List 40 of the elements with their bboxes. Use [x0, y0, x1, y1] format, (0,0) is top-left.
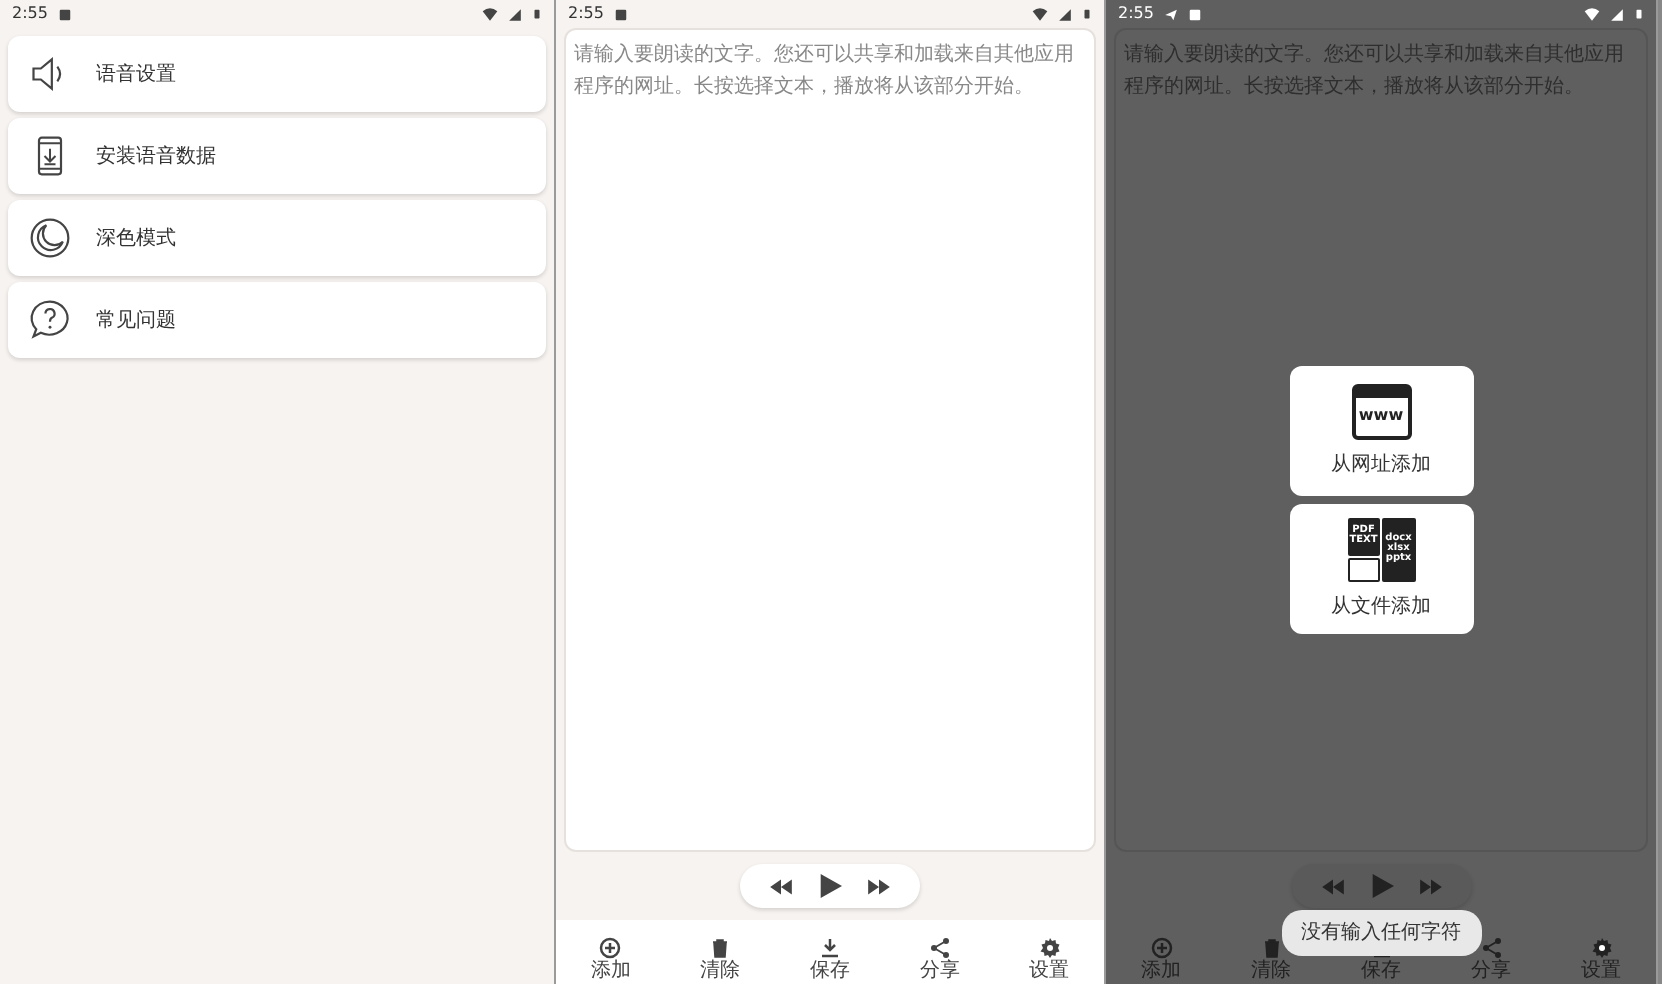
toolbar-button[interactable]: 添加 [570, 936, 651, 982]
add-option-button[interactable]: www 从网址添加 [1289, 366, 1473, 496]
message-toast: 没有输入任何字符 [1281, 910, 1481, 956]
wifi-icon [1584, 6, 1600, 22]
menu-item[interactable]: 语音设置 [8, 36, 546, 112]
status-time: 2:55 [568, 2, 604, 26]
document-icon [1347, 558, 1380, 581]
add-icon [1149, 936, 1173, 960]
menu-item[interactable]: 深色模式 [8, 200, 546, 276]
moon-icon [28, 216, 72, 260]
notification-icon [57, 7, 72, 21]
notification-icon [1187, 7, 1202, 21]
icon-label: www [1356, 404, 1406, 428]
signal-icon [1610, 7, 1624, 21]
wifi-icon [1032, 6, 1048, 22]
battery-icon [1082, 6, 1092, 22]
status-time: 2:55 [12, 2, 48, 26]
battery-icon [1634, 6, 1644, 22]
notification-icon [613, 7, 628, 21]
trash-icon [1259, 936, 1283, 960]
menu-item[interactable]: 安装语音数据 [8, 118, 546, 194]
add-icon [598, 936, 623, 960]
toolbar-button[interactable]: 设置 [1009, 936, 1090, 982]
question-bubble-icon [28, 298, 72, 342]
download-icon [817, 936, 842, 960]
trash-icon [708, 936, 733, 960]
battery-icon [532, 6, 542, 22]
wifi-icon [482, 6, 498, 22]
menu-item[interactable]: 常见问题 [8, 282, 546, 358]
send-icon [1163, 7, 1178, 21]
settings-icon [1589, 936, 1613, 960]
signal-icon [1058, 7, 1072, 21]
toolbar-button[interactable]: 分享 [899, 936, 980, 982]
signal-icon [508, 7, 522, 21]
toolbar-button[interactable]: 清除 [680, 936, 761, 982]
settings-icon [1037, 936, 1062, 960]
share-icon [1479, 936, 1503, 960]
share-icon [927, 936, 952, 960]
toolbar-button[interactable]: 保存 [789, 936, 870, 982]
status-time: 2:55 [1118, 2, 1154, 26]
